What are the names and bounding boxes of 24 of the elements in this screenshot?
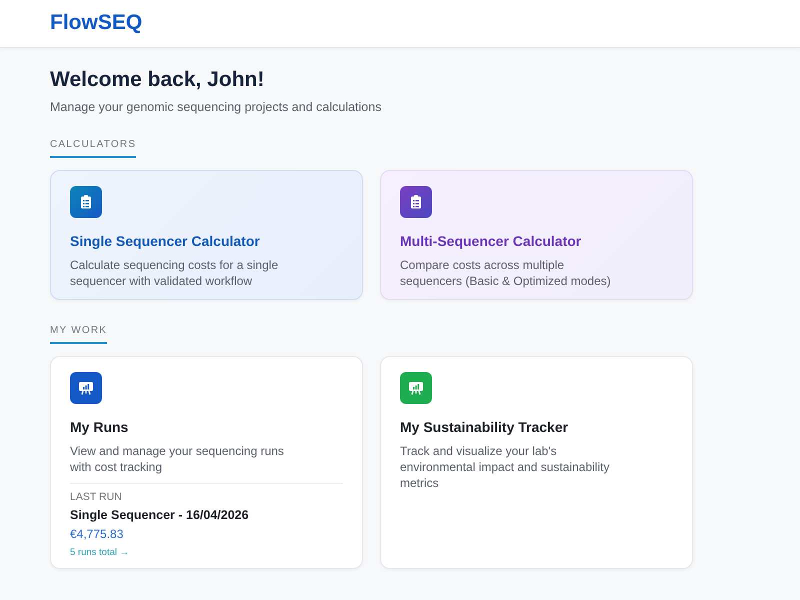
clipboard-icon	[70, 186, 102, 218]
work-card[interactable]: My Sustainability Tracker Track and visualize your lab's environmental impact and sustainability metrics	[380, 356, 693, 569]
card-description: Compare costs across multiple sequencers (Basic & Optimized modes)	[400, 257, 612, 289]
welcome-heading: Welcome back, John!	[50, 68, 266, 92]
work-card[interactable]: My Runs View and manage your sequencing runs with cost tracking LAST RUN Single Sequencer - 16/04/2026 €4,775.83 5 runs total →	[50, 356, 363, 569]
card-title: My Sustainability Tracker	[400, 419, 570, 435]
card-title: Single Sequencer Calculator	[70, 233, 261, 249]
card-title: My Runs	[70, 419, 130, 435]
presentation-board-icon	[70, 372, 102, 404]
presentation-board-icon	[400, 372, 432, 404]
last-run-name: Single Sequencer - 16/04/2026	[70, 508, 249, 522]
card-description: Calculate sequencing costs for a single sequencer with validated workflow	[70, 257, 280, 289]
card-description: Track and visualize your lab's environmental impact and sustainability metrics	[400, 443, 610, 491]
card-description: View and manage your sequencing runs with cost tracking	[70, 443, 285, 475]
app-logo[interactable]: FlowSEQ	[50, 11, 142, 35]
last-run-label: LAST RUN	[70, 491, 122, 503]
welcome-subtitle: Manage your genomic sequencing projects and calculations	[50, 100, 382, 114]
section-label: CALCULATORS	[50, 139, 136, 158]
calculator-card[interactable]: Single Sequencer Calculator Calculate sequencing costs for a single sequencer with validated workflow	[50, 170, 363, 300]
calculator-card[interactable]: Multi-Sequencer Calculator Compare costs across multiple sequencers (Basic & Optimized modes)	[380, 170, 693, 300]
section-label: MY WORK	[50, 325, 108, 344]
last-run-cost: €4,775.83	[70, 527, 124, 541]
clipboard-icon	[400, 186, 432, 218]
card-title: Multi-Sequencer Calculator	[400, 233, 582, 249]
